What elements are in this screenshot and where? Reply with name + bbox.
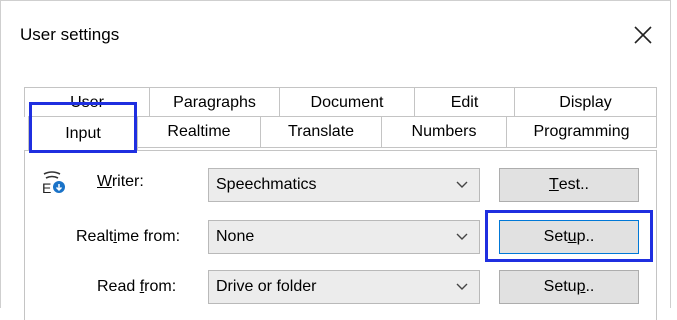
tab-label: Programming	[533, 123, 630, 140]
read-from-label: Read from:	[97, 278, 177, 295]
tab-programming[interactable]: Programming	[506, 116, 657, 148]
tab-label: Translate	[287, 123, 355, 140]
chevron-down-icon	[456, 233, 468, 240]
read-from-setup-button[interactable]: Setu p..	[499, 270, 639, 304]
read-from-select[interactable]: Drive or folder	[208, 270, 480, 304]
tab-label: Edit	[450, 93, 479, 111]
tab-label: Paragraphs	[173, 93, 256, 111]
realtime-from-value: None	[216, 228, 255, 245]
tab-translate[interactable]: Translate	[260, 116, 382, 148]
tab-label: Display	[559, 93, 612, 111]
realtime-from-label: Realtime from:	[76, 228, 181, 245]
read-from-value: Drive or folder	[216, 278, 317, 295]
setup-button-highlight	[485, 210, 653, 262]
chevron-down-icon	[456, 283, 468, 290]
chevron-down-icon	[456, 181, 468, 188]
writer-icon: E	[42, 171, 65, 194]
writer-select[interactable]: Speechmatics	[208, 168, 480, 202]
tab-label: Numbers	[411, 123, 477, 140]
writer-value: Speechmatics	[216, 176, 317, 193]
window-title: User settings	[20, 25, 120, 44]
svg-text:E: E	[42, 180, 51, 194]
tab-label: Realtime	[167, 123, 231, 140]
tab-paragraphs[interactable]: Paragraphs	[149, 87, 280, 117]
tab-edit[interactable]: Edit	[414, 87, 515, 117]
tab-realtime[interactable]: Realtime	[137, 116, 261, 148]
writer-label: Writer:	[97, 173, 144, 190]
tab-label: Document	[310, 93, 384, 111]
input-tab-highlight	[29, 102, 137, 153]
tab-numbers[interactable]: Numbers	[381, 116, 507, 148]
close-icon	[634, 26, 652, 44]
close-button[interactable]	[628, 20, 658, 50]
writer-test-button[interactable]: Test..	[499, 168, 639, 202]
tab-display[interactable]: Display	[514, 87, 657, 117]
tab-document[interactable]: Document	[279, 87, 415, 117]
realtime-from-select[interactable]: None	[208, 220, 480, 254]
